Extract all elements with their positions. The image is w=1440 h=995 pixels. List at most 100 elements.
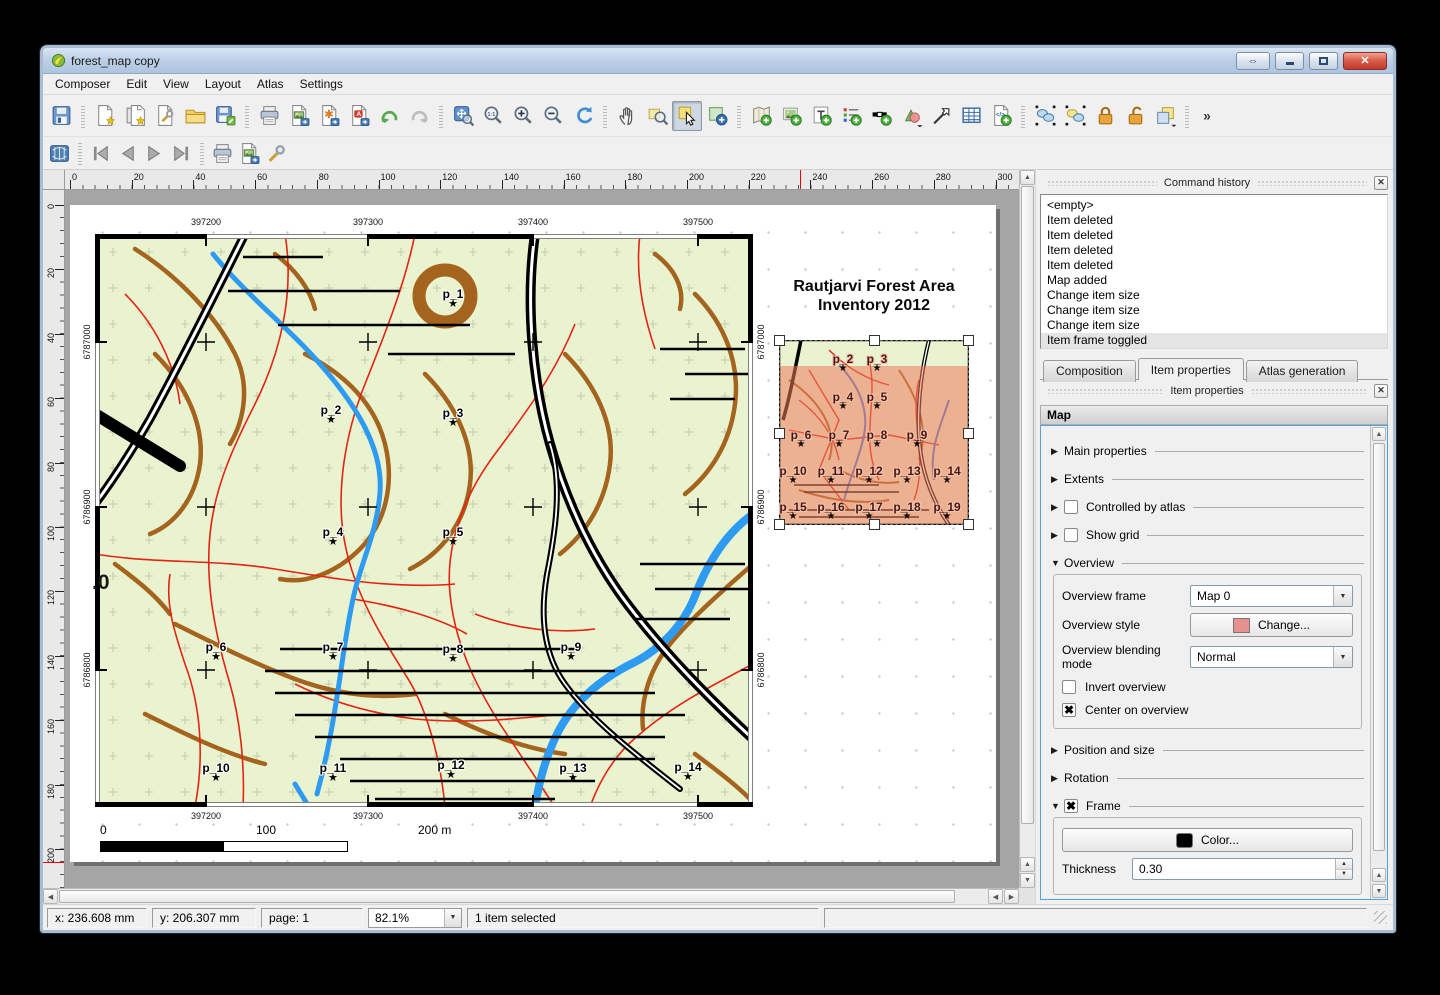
- map-title-label[interactable]: Rautjarvi Forest Area Inventory 2012: [714, 277, 1019, 315]
- select-move-item-button[interactable]: [672, 101, 702, 131]
- selection-handle[interactable]: [869, 519, 880, 530]
- frame-checkbox[interactable]: ✖: [1064, 799, 1078, 813]
- frame-color-button[interactable]: Color...: [1062, 828, 1353, 852]
- show-grid-checkbox[interactable]: [1064, 528, 1078, 542]
- section-extents[interactable]: ▶ Extents: [1051, 468, 1364, 490]
- close-icon[interactable]: ✕: [1374, 384, 1388, 398]
- add-new-label-button[interactable]: [806, 101, 836, 131]
- selection-handle[interactable]: [774, 335, 785, 346]
- add-basic-shape-button[interactable]: [896, 101, 926, 131]
- selection-handle[interactable]: [774, 428, 785, 439]
- center-on-overview-row[interactable]: ✖ Center on overview: [1062, 703, 1353, 717]
- minimize-button[interactable]: [1275, 52, 1304, 70]
- history-item[interactable]: Change item size: [1041, 288, 1387, 303]
- export-as-svg-button[interactable]: [314, 101, 344, 131]
- menu-view[interactable]: View: [155, 75, 197, 93]
- preview-atlas-button[interactable]: [46, 140, 73, 167]
- resize-grip[interactable]: [1374, 911, 1387, 924]
- previous-feature-button[interactable]: [114, 140, 141, 167]
- print-atlas-button[interactable]: [209, 140, 236, 167]
- command-history-list[interactable]: <empty>Item deletedItem deletedItem dele…: [1040, 194, 1388, 349]
- section-frame[interactable]: ▼ ✖ Frame: [1051, 795, 1364, 817]
- atlas-settings-button[interactable]: [263, 140, 290, 167]
- section-rotation[interactable]: ▶ Rotation: [1051, 767, 1364, 789]
- selection-handle[interactable]: [963, 335, 974, 346]
- close-icon[interactable]: ✕: [1374, 176, 1388, 190]
- item-properties-dock-title[interactable]: Item properties ✕: [1040, 382, 1388, 399]
- overview-frame-dropdown[interactable]: Map 0 ▼: [1190, 585, 1353, 607]
- history-item[interactable]: Item deleted: [1041, 213, 1387, 228]
- ungroup-items-button[interactable]: [1060, 101, 1090, 131]
- switch-windows-button[interactable]: ⇔: [1236, 52, 1270, 70]
- move-item-content-button[interactable]: [702, 101, 732, 131]
- add-new-legend-button[interactable]: [836, 101, 866, 131]
- section-overview[interactable]: ▼ Overview: [1051, 552, 1364, 574]
- selection-handle[interactable]: [963, 428, 974, 439]
- undo-button[interactable]: [374, 101, 404, 131]
- add-attribute-table-button[interactable]: [956, 101, 986, 131]
- overview-style-change-button[interactable]: Change...: [1190, 613, 1353, 637]
- main-map-item[interactable]: p_1★p_2★p_3★p_4★p_5★p_6★p_7★p_8★p_9★p_10…: [95, 234, 753, 807]
- last-feature-button[interactable]: [168, 140, 195, 167]
- spin-down-icon[interactable]: ▼: [1336, 870, 1352, 880]
- section-controlled-by-atlas[interactable]: ▶ Controlled by atlas: [1051, 496, 1364, 518]
- menu-layout[interactable]: Layout: [197, 75, 249, 93]
- add-html-frame-button[interactable]: </>: [986, 101, 1016, 131]
- command-history-dock-title[interactable]: Command history ✕: [1040, 174, 1388, 191]
- unlock-all-items-button[interactable]: [1120, 101, 1150, 131]
- history-item[interactable]: Item deleted: [1041, 228, 1387, 243]
- overview-map-item[interactable]: p_2★p_3★p_4★p_5★p_6★p_7★p_8★p_9★p_10★p_1…: [779, 340, 969, 525]
- pan-button[interactable]: [612, 101, 642, 131]
- scalebar-item[interactable]: 0 100 200 m: [100, 823, 460, 852]
- zoom-full-button[interactable]: [448, 101, 478, 131]
- print-button[interactable]: [254, 101, 284, 131]
- next-feature-button[interactable]: [141, 140, 168, 167]
- scroll-up-button[interactable]: ▲: [1020, 857, 1035, 872]
- canvas-horizontal-scrollbar[interactable]: ◀ ◀ ▶: [43, 888, 1019, 904]
- selection-handle[interactable]: [869, 335, 880, 346]
- add-image-button[interactable]: [776, 101, 806, 131]
- toolbar-extension-button[interactable]: »: [1194, 101, 1224, 131]
- selection-handle[interactable]: [963, 519, 974, 530]
- frame-thickness-spinbox[interactable]: 0.30 ▲ ▼: [1132, 858, 1353, 880]
- export-atlas-as-image-button[interactable]: [236, 140, 263, 167]
- invert-overview-checkbox[interactable]: [1062, 680, 1076, 694]
- menu-atlas[interactable]: Atlas: [249, 75, 292, 93]
- center-on-overview-checkbox[interactable]: ✖: [1062, 703, 1076, 717]
- history-item[interactable]: <empty>: [1041, 198, 1387, 213]
- scroll-up-button[interactable]: ▲: [1372, 427, 1386, 441]
- section-show-grid[interactable]: ▶ Show grid: [1051, 524, 1364, 546]
- zoom-actual-size-button[interactable]: 1:1: [478, 101, 508, 131]
- new-composition-button[interactable]: [90, 101, 120, 131]
- duplicate-composition-button[interactable]: [120, 101, 150, 131]
- composition-manager-button[interactable]: [150, 101, 180, 131]
- scroll-up-button[interactable]: ▲: [1020, 170, 1035, 185]
- add-new-scalebar-button[interactable]: [866, 101, 896, 131]
- selection-handle[interactable]: [774, 519, 785, 530]
- lock-selected-items-button[interactable]: [1090, 101, 1120, 131]
- properties-scrollbar[interactable]: ▲ ▲ ▼: [1370, 426, 1387, 899]
- load-from-template-button[interactable]: [180, 101, 210, 131]
- zoom-level-combo[interactable]: 82.1% ▼: [368, 908, 462, 928]
- tab-atlas-generation[interactable]: Atlas generation: [1246, 360, 1359, 382]
- canvas-vertical-scrollbar[interactable]: ▲ ▲ ▼: [1019, 170, 1035, 888]
- scroll-thumb[interactable]: [1021, 186, 1034, 824]
- zoom-in-button[interactable]: [508, 101, 538, 131]
- group-items-button[interactable]: [1030, 101, 1060, 131]
- history-item[interactable]: Item frame toggled: [1041, 333, 1387, 348]
- scroll-up-button[interactable]: ▲: [1372, 868, 1386, 882]
- export-as-image-button[interactable]: [284, 101, 314, 131]
- zoom-region-button[interactable]: [642, 101, 672, 131]
- section-main-properties[interactable]: ▶ Main properties: [1051, 440, 1364, 462]
- history-item[interactable]: Map added: [1041, 273, 1387, 288]
- menu-settings[interactable]: Settings: [292, 75, 351, 93]
- export-as-pdf-button[interactable]: A: [344, 101, 374, 131]
- raise-selected-items-button[interactable]: [1150, 101, 1180, 131]
- save-project-button[interactable]: [46, 101, 76, 131]
- add-arrow-button[interactable]: [926, 101, 956, 131]
- scroll-left-button[interactable]: ◀: [988, 889, 1003, 904]
- save-as-template-button[interactable]: [210, 101, 240, 131]
- scroll-thumb[interactable]: [59, 890, 955, 903]
- add-new-map-button[interactable]: [746, 101, 776, 131]
- title-bar[interactable]: forest_map copy ⇔ ✕: [43, 48, 1393, 74]
